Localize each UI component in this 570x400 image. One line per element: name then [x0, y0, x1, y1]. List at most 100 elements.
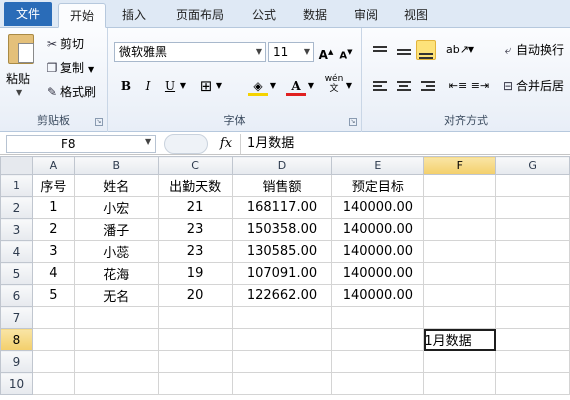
tab-page-layout[interactable]: 页面布局 — [160, 3, 240, 28]
align-middle-icon[interactable] — [394, 40, 414, 60]
cut-button[interactable]: ✂ 剪切 — [44, 34, 84, 54]
row-header-1[interactable]: 1 — [0, 174, 33, 197]
chevron-down-icon[interactable]: ▼ — [178, 76, 188, 96]
cell-b1[interactable]: 姓名 — [73, 174, 159, 197]
cell-e3[interactable]: 140000.00 — [331, 218, 425, 241]
chevron-down-icon[interactable]: ▼ — [145, 137, 151, 146]
row-header-7[interactable]: 7 — [0, 306, 33, 329]
merge-center-button[interactable]: ⊟ 合并后居 — [500, 76, 564, 96]
column-header-a[interactable]: A — [31, 156, 75, 175]
chevron-down-icon[interactable]: ▼ — [306, 76, 316, 96]
align-center-icon[interactable] — [394, 76, 414, 96]
cell-d5[interactable]: 107091.00 — [231, 262, 333, 285]
cell-d7[interactable] — [231, 306, 333, 329]
cell-a6[interactable]: 5 — [31, 284, 75, 307]
cell-c1[interactable]: 出勤天数 — [157, 174, 233, 197]
cell-f7[interactable] — [423, 306, 497, 329]
cell-f9[interactable] — [423, 350, 497, 373]
row-header-5[interactable]: 5 — [0, 262, 33, 285]
row-header-9[interactable]: 9 — [0, 350, 33, 373]
underline-button[interactable]: U — [160, 76, 180, 96]
column-header-f[interactable]: F — [423, 156, 497, 175]
row-header-8[interactable]: 8 — [0, 328, 33, 351]
cell-d2[interactable]: 168117.00 — [231, 196, 333, 219]
cell-f8[interactable]: 1月数据 — [423, 328, 497, 351]
cell-b3[interactable]: 潘子 — [73, 218, 159, 241]
cell-c3[interactable]: 23 — [157, 218, 233, 241]
cell-c7[interactable] — [157, 306, 233, 329]
cell-b7[interactable] — [73, 306, 159, 329]
cell-f3[interactable] — [423, 218, 497, 241]
cell-f2[interactable] — [423, 196, 497, 219]
cell-d9[interactable] — [231, 350, 333, 373]
tab-review[interactable]: 审阅 — [346, 3, 386, 28]
formula-input[interactable]: 1月数据 — [240, 134, 568, 154]
cell-e4[interactable]: 140000.00 — [331, 240, 425, 263]
cell-d4[interactable]: 130585.00 — [231, 240, 333, 263]
cell-b9[interactable] — [73, 350, 159, 373]
format-painter-button[interactable]: ✎ 格式刷 — [44, 82, 96, 102]
cell-a4[interactable]: 3 — [31, 240, 75, 263]
cell-b6[interactable]: 无名 — [73, 284, 159, 307]
cell-e8[interactable] — [331, 328, 425, 351]
cell-f10[interactable] — [423, 372, 497, 395]
cell-c5[interactable]: 19 — [157, 262, 233, 285]
grow-font-icon[interactable]: A▲ — [316, 42, 336, 62]
cell-b4[interactable]: 小蕊 — [73, 240, 159, 263]
cell-c6[interactable]: 20 — [157, 284, 233, 307]
cell-g2[interactable] — [495, 196, 570, 219]
orientation-icon[interactable]: ab↗ — [446, 40, 469, 60]
chevron-down-icon[interactable]: ▼ — [466, 40, 476, 60]
paste-button[interactable]: 粘贴 ▼ — [0, 28, 40, 108]
cell-a9[interactable] — [31, 350, 75, 373]
cell-c8[interactable] — [157, 328, 233, 351]
cell-g6[interactable] — [495, 284, 570, 307]
align-left-icon[interactable] — [370, 76, 390, 96]
row-header-6[interactable]: 6 — [0, 284, 33, 307]
cell-b2[interactable]: 小宏 — [73, 196, 159, 219]
cell-f5[interactable] — [423, 262, 497, 285]
tab-file[interactable]: 文件 — [4, 2, 52, 26]
cell-b5[interactable]: 花海 — [73, 262, 159, 285]
dialog-launcher-icon[interactable]: ↘ — [349, 118, 357, 126]
cell-d1[interactable]: 销售额 — [231, 174, 333, 197]
cell-c2[interactable]: 21 — [157, 196, 233, 219]
fill-color-icon[interactable]: ◈ — [248, 76, 268, 96]
cell-e9[interactable] — [331, 350, 425, 373]
increase-indent-icon[interactable]: ≡⇥ — [470, 76, 490, 96]
chevron-down-icon[interactable]: ▼ — [344, 76, 354, 96]
cell-a7[interactable] — [31, 306, 75, 329]
cell-g1[interactable] — [495, 174, 570, 197]
cell-e7[interactable] — [331, 306, 425, 329]
tab-view[interactable]: 视图 — [396, 3, 436, 28]
cell-a1[interactable]: 序号 — [31, 174, 75, 197]
chevron-down-icon[interactable]: ▼ — [268, 76, 278, 96]
cell-a10[interactable] — [31, 372, 75, 395]
decrease-indent-icon[interactable]: ⇤≡ — [448, 76, 468, 96]
cell-c4[interactable]: 23 — [157, 240, 233, 263]
cell-e2[interactable]: 140000.00 — [331, 196, 425, 219]
cell-c10[interactable] — [157, 372, 233, 395]
tab-insert[interactable]: 插入 — [112, 3, 156, 28]
cell-a3[interactable]: 2 — [31, 218, 75, 241]
cell-e6[interactable]: 140000.00 — [331, 284, 425, 307]
copy-button[interactable]: ❐ 复制 ▼ — [44, 58, 95, 78]
italic-button[interactable]: I — [138, 76, 158, 96]
shrink-font-icon[interactable]: A▼ — [336, 42, 356, 62]
column-header-g[interactable]: G — [495, 156, 570, 175]
row-header-10[interactable]: 10 — [0, 372, 33, 395]
insert-function-button[interactable]: fx — [214, 134, 238, 154]
align-top-icon[interactable] — [370, 40, 390, 60]
cell-g10[interactable] — [495, 372, 570, 395]
select-all-corner[interactable] — [0, 156, 33, 175]
phonetic-icon[interactable]: wén 文 — [324, 74, 344, 94]
dialog-launcher-icon[interactable]: ↘ — [95, 118, 103, 126]
font-color-icon[interactable]: A — [286, 76, 306, 96]
cell-b8[interactable] — [73, 328, 159, 351]
name-box[interactable]: F8 — [6, 135, 156, 153]
column-header-d[interactable]: D — [231, 156, 333, 175]
cell-d10[interactable] — [231, 372, 333, 395]
cell-g8[interactable] — [495, 328, 570, 351]
cell-a2[interactable]: 1 — [31, 196, 75, 219]
cell-d6[interactable]: 122662.00 — [231, 284, 333, 307]
